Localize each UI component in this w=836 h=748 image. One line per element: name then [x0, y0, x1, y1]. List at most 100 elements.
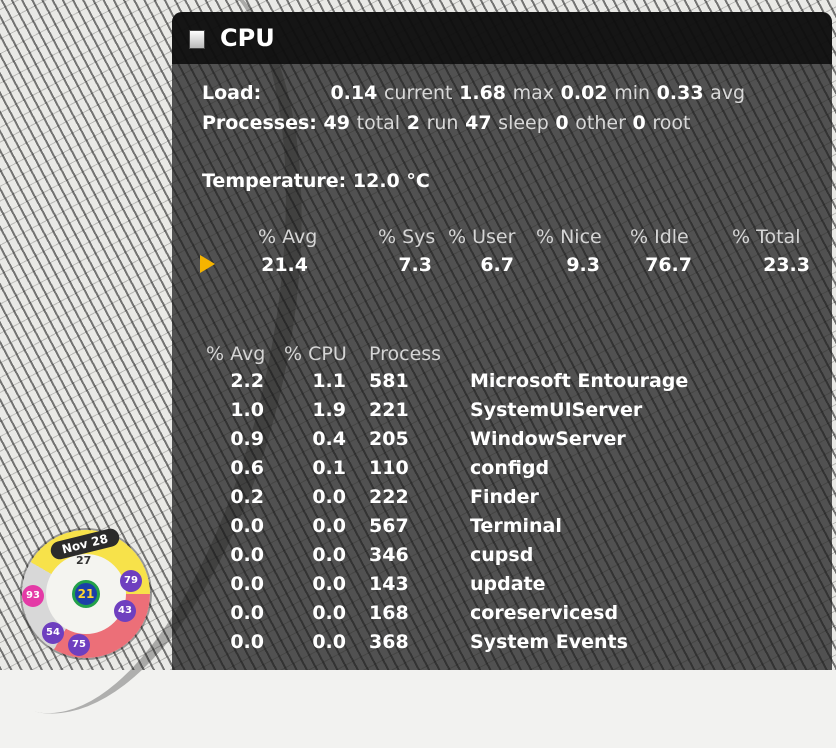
row-cpu: 0.0: [312, 544, 346, 566]
table-row[interactable]: 0.0 0.0 346 cupsd: [172, 544, 832, 572]
load-current-label: current: [383, 82, 453, 104]
processes-other: 0: [555, 112, 569, 134]
summary-header-sys: % Sys: [378, 226, 436, 248]
row-pid: 581: [369, 370, 409, 392]
table-row[interactable]: 0.2 0.0 222 Finder: [172, 486, 832, 514]
summary-user: 6.7: [480, 254, 514, 276]
summary-header-idle: % Idle: [630, 226, 689, 248]
processes-root: 0: [632, 112, 646, 134]
processes-sleep: 47: [465, 112, 492, 134]
process-header-process: Process: [369, 343, 442, 365]
table-row[interactable]: 1.0 1.9 221 SystemUIServer: [172, 399, 832, 427]
row-pid: 222: [369, 486, 409, 508]
row-process-name: coreservicesd: [470, 602, 619, 624]
row-pid: 368: [369, 631, 409, 653]
summary-header-user: % User: [448, 226, 516, 248]
row-process-name: update: [470, 573, 546, 595]
process-header-avg: % Avg: [206, 343, 266, 365]
row-cpu: 1.9: [312, 399, 346, 421]
row-pid: 205: [369, 428, 409, 450]
row-pid: 143: [369, 573, 409, 595]
window-titlebar[interactable]: CPU: [172, 12, 832, 64]
summary-header-avg: % Avg: [258, 226, 318, 248]
cpu-window[interactable]: CPU Load: 0.14 current 1.68 max 0.02 min…: [172, 12, 832, 670]
calendar-widget[interactable]: Nov 28 27 21 93 79 43 54 75: [22, 526, 150, 658]
row-process-name: WindowServer: [470, 428, 626, 450]
row-pid: 168: [369, 602, 409, 624]
row-cpu: 0.1: [312, 457, 346, 479]
row-process-name: System Events: [470, 631, 628, 653]
load-avg: 0.33: [656, 82, 704, 104]
load-label: Load:: [202, 82, 262, 104]
process-header-cpu: % CPU: [284, 343, 347, 365]
table-row[interactable]: 0.0 0.0 368 System Events: [172, 631, 832, 659]
row-avg: 0.9: [230, 428, 264, 450]
row-cpu: 0.0: [312, 631, 346, 653]
row-pid: 346: [369, 544, 409, 566]
row-avg: 0.6: [230, 457, 264, 479]
load-min-label: min: [614, 82, 651, 104]
row-pid: 221: [369, 399, 409, 421]
row-process-name: configd: [470, 457, 550, 479]
table-row[interactable]: 0.9 0.4 205 WindowServer: [172, 428, 832, 456]
window-title: CPU: [220, 24, 275, 52]
row-avg: 2.2: [230, 370, 264, 392]
table-row[interactable]: 0.0 0.0 143 update: [172, 573, 832, 601]
calendar-bubble: 54: [42, 622, 64, 644]
calendar-bubble: 93: [22, 585, 44, 607]
row-process-name: Terminal: [470, 515, 562, 537]
row-process-name: Microsoft Entourage: [470, 370, 689, 392]
calendar-bubble: 75: [68, 634, 90, 656]
row-avg: 0.0: [230, 631, 264, 653]
temperature-value: 12.0 °C: [352, 170, 430, 192]
load-max: 1.68: [459, 82, 507, 104]
row-avg: 0.2: [230, 486, 264, 508]
summary-sys: 7.3: [398, 254, 432, 276]
processes-root-label: root: [652, 112, 691, 134]
processes-label: Processes:: [202, 112, 317, 134]
calendar-bubble: 79: [120, 570, 142, 592]
row-cpu: 1.1: [312, 370, 346, 392]
processes-sleep-label: sleep: [498, 112, 549, 134]
processes-other-label: other: [575, 112, 626, 134]
row-cpu: 0.4: [312, 428, 346, 450]
row-process-name: cupsd: [470, 544, 534, 566]
row-cpu: 0.0: [312, 602, 346, 624]
load-max-label: max: [512, 82, 555, 104]
row-cpu: 0.0: [312, 486, 346, 508]
row-cpu: 0.0: [312, 515, 346, 537]
table-row[interactable]: 0.6 0.1 110 configd: [172, 457, 832, 485]
calendar-day: 27: [76, 554, 92, 567]
processes-line: Processes: 49 total 2 run 47 sleep 0 oth…: [202, 112, 690, 134]
row-avg: 0.0: [230, 573, 264, 595]
processes-total: 49: [323, 112, 350, 134]
row-pid: 567: [369, 515, 409, 537]
summary-avg: 21.4: [261, 254, 308, 276]
processes-run-label: run: [426, 112, 459, 134]
row-avg: 1.0: [230, 399, 264, 421]
table-row[interactable]: 0.0 0.0 168 coreservicesd: [172, 602, 832, 630]
temperature-label: Temperature:: [202, 170, 347, 192]
play-triangle-icon[interactable]: [200, 255, 215, 273]
calendar-bubble: 43: [114, 600, 136, 622]
calendar-center-badge: 21: [72, 580, 100, 608]
window-icon: [189, 30, 205, 49]
row-process-name: SystemUIServer: [470, 399, 643, 421]
row-cpu: 0.0: [312, 573, 346, 595]
summary-idle: 76.7: [645, 254, 692, 276]
row-avg: 0.0: [230, 602, 264, 624]
temperature-line: Temperature: 12.0 °C: [202, 170, 430, 192]
row-avg: 0.0: [230, 544, 264, 566]
summary-nice: 9.3: [566, 254, 600, 276]
row-pid: 110: [369, 457, 409, 479]
summary-header-total: % Total: [732, 226, 801, 248]
row-avg: 0.0: [230, 515, 264, 537]
load-current: 0.14: [330, 82, 378, 104]
summary-header-nice: % Nice: [536, 226, 602, 248]
table-row[interactable]: 0.0 0.0 567 Terminal: [172, 515, 832, 543]
table-row[interactable]: 2.2 1.1 581 Microsoft Entourage: [172, 370, 832, 398]
processes-total-label: total: [356, 112, 401, 134]
summary-total: 23.3: [763, 254, 810, 276]
load-avg-label: avg: [710, 82, 746, 104]
load-min: 0.02: [560, 82, 608, 104]
